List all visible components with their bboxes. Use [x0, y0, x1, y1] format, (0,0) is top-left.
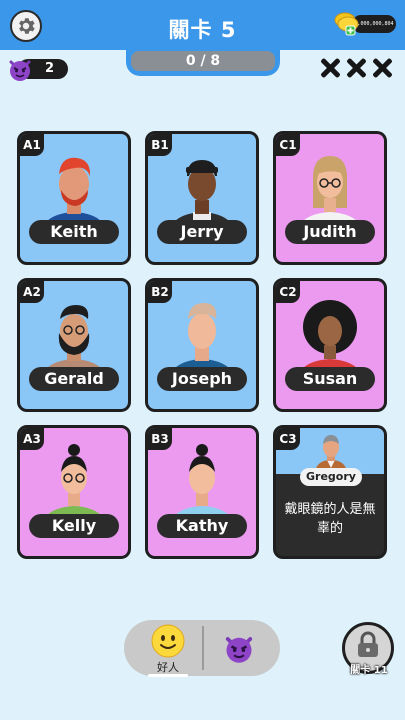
suspect-card[interactable]: C2 Susan — [273, 278, 387, 412]
strike-x-icon — [346, 58, 366, 78]
card-name: Joseph — [157, 367, 247, 391]
lock-label: 關卡 11 — [350, 665, 388, 676]
smiley-icon — [151, 624, 185, 658]
strikes — [320, 58, 392, 78]
suspect-card[interactable]: A2 Gerald — [17, 278, 131, 412]
suspect-card[interactable]: B1 Jerry — [145, 131, 259, 265]
card-tag: C3 — [276, 428, 300, 450]
devil-icon — [225, 637, 253, 663]
card-name: Jerry — [157, 220, 247, 244]
selected-indicator — [148, 674, 188, 677]
suspect-card[interactable]: B3 Kathy — [145, 425, 259, 559]
coin-counter[interactable]: 1,000,000,804 — [334, 12, 396, 36]
good-label: 好人 — [157, 661, 179, 674]
strike-x-icon — [372, 58, 392, 78]
divider — [202, 626, 204, 670]
clue-card[interactable]: C3 Gregory 戴眼鏡的人是無辜的 — [273, 425, 387, 559]
devil-icon — [9, 60, 31, 81]
suspect-card[interactable]: A3 Kelly — [17, 425, 131, 559]
clue-name: Gregory — [300, 468, 362, 486]
suspect-card[interactable]: C1 Judith — [273, 131, 387, 265]
clue-text: 戴眼鏡的人是無辜的 — [284, 502, 376, 536]
good-option[interactable]: 好人 — [146, 624, 190, 677]
avatar — [315, 435, 347, 472]
locked-level-button[interactable]: 關卡 11 — [342, 622, 394, 676]
villain-counter: 2 — [8, 58, 68, 81]
strike-x-icon — [320, 58, 340, 78]
progress-counter: 0 / 8 — [131, 51, 275, 71]
card-name: Kelly — [29, 514, 119, 538]
card-name: Kathy — [157, 514, 247, 538]
card-name: Susan — [285, 367, 375, 391]
suspect-card[interactable]: B2 Joseph — [145, 278, 259, 412]
suspect-card[interactable]: A1 Keith — [17, 131, 131, 265]
coin-stack-icon — [334, 12, 359, 36]
card-name: Gerald — [29, 367, 119, 391]
lock-icon — [358, 631, 378, 657]
good-bad-toggle: 好人 — [124, 620, 280, 677]
progress-tab: 0 / 8 — [126, 48, 280, 76]
card-name: Keith — [29, 220, 119, 244]
bad-option[interactable] — [224, 634, 254, 668]
card-name: Judith — [285, 220, 375, 244]
